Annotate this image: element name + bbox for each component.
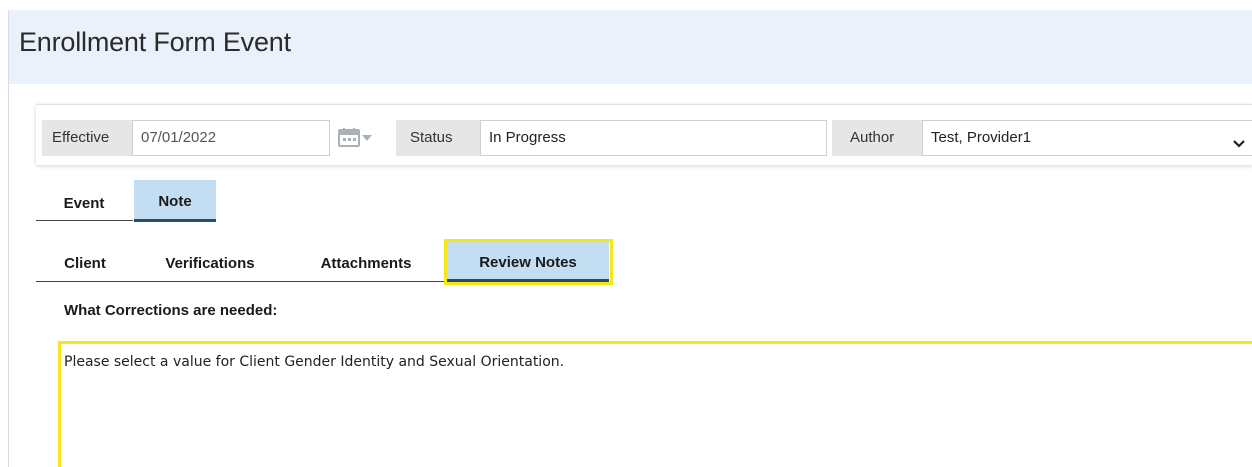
- tab-client[interactable]: Client: [40, 246, 130, 282]
- review-notes-textarea[interactable]: Please select a value for Client Gender …: [58, 341, 1252, 467]
- chevron-down-icon[interactable]: [1232, 130, 1246, 148]
- primary-tabs-underline: [36, 220, 133, 221]
- tab-attachments[interactable]: Attachments: [296, 246, 436, 282]
- document-header-toolbar: Effective 07/01/2022 Status In Progress …: [36, 104, 1252, 165]
- tab-event[interactable]: Event: [36, 186, 132, 222]
- tab-verifications[interactable]: Verifications: [140, 246, 280, 282]
- author-label: Author: [832, 120, 922, 156]
- tab-note[interactable]: Note: [134, 180, 216, 222]
- author-selected-value: Test, Provider1: [931, 129, 1032, 146]
- status-field: In Progress: [480, 120, 827, 156]
- corrections-question-label: What Corrections are needed:: [64, 302, 278, 319]
- author-select[interactable]: Test, Provider1: [922, 120, 1252, 156]
- page-title: Enrollment Form Event: [19, 27, 291, 57]
- review-notes-text: Please select a value for Client Gender …: [64, 354, 565, 370]
- effective-date-field[interactable]: 07/01/2022: [132, 120, 330, 156]
- page-header: Enrollment Form Event: [9, 10, 1252, 84]
- tab-review-notes[interactable]: Review Notes: [447, 242, 609, 282]
- status-label: Status: [396, 120, 480, 156]
- secondary-tabs-underline: [36, 281, 446, 282]
- effective-label: Effective: [42, 120, 138, 156]
- calendar-icon[interactable]: [337, 128, 375, 148]
